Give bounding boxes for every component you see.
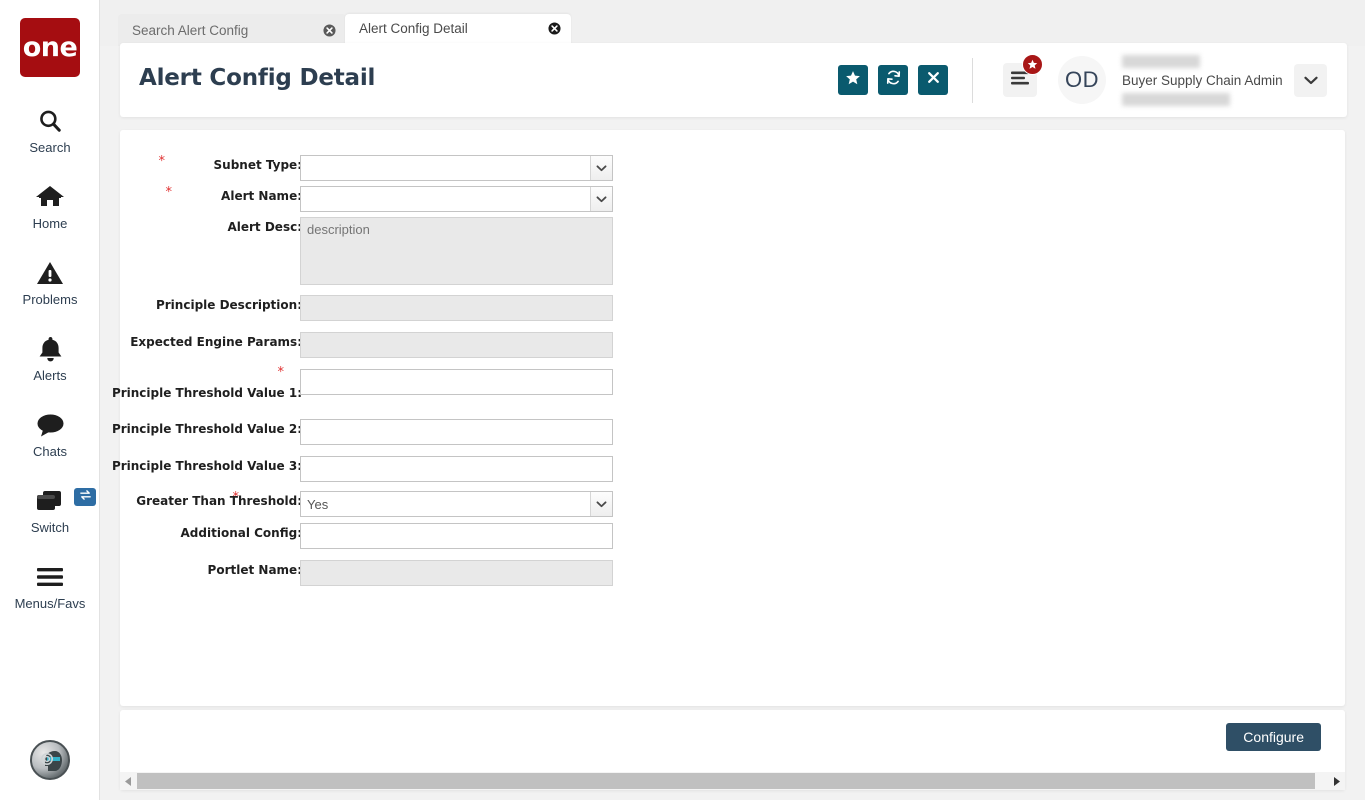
principle-description-input[interactable] [300,295,613,321]
triangle-left-icon[interactable] [120,772,137,790]
home-icon [35,180,65,214]
bell-icon [38,332,63,366]
sidebar-item-label: Search [29,140,71,155]
sidebar-item-home[interactable]: Home [0,180,100,231]
required-asterisk: * [158,154,166,169]
page-footer: Configure [120,710,1345,790]
greater-than-threshold-select[interactable]: YesNo [300,491,613,517]
windows-stack-icon [35,484,65,518]
field-label: Principle Description: [155,298,302,312]
x-icon [926,70,941,90]
field-label: Greater Than Threshold: [136,494,302,508]
horizontal-scrollbar[interactable] [120,772,1345,790]
field-label: Additional Config: [180,526,302,540]
chevron-down-icon [1303,72,1318,90]
avatar-initials: OD [1065,67,1099,92]
required-asterisk: * [165,185,173,200]
sidebar-item-chats[interactable]: Chats [0,408,100,459]
field-label: Subnet Type: [213,158,302,172]
sidebar-item-alerts[interactable]: Alerts [0,332,100,383]
subnet-type-select[interactable] [300,155,613,181]
header-divider [972,58,973,103]
sidebar-item-label: Alerts [33,368,67,383]
sidebar-item-label: Menus/Favs [14,596,86,611]
configure-button[interactable]: Configure [1226,723,1321,751]
sidebar-item-search[interactable]: Search [0,104,100,155]
refresh-icon [885,69,902,91]
triangle-right-icon[interactable] [1328,772,1345,790]
close-button[interactable] [918,65,948,95]
sidebar-item-label: Problems [22,292,78,307]
field-label: Alert Name: [221,189,302,203]
warning-triangle-icon [36,256,64,290]
chat-bubble-icon [36,408,65,442]
additional-config-input[interactable] [300,523,613,549]
alert-name-select[interactable] [300,186,613,212]
required-asterisk: * [277,365,285,380]
scrollbar-track[interactable] [137,772,1328,790]
tab-alert-config-detail[interactable]: Alert Config Detail [345,14,571,46]
field-label: Portlet Name: [207,563,302,577]
principle-threshold-value-2-input[interactable] [300,419,613,445]
sidebar-item-label: Chats [33,444,67,459]
principle-threshold-value-3-input[interactable] [300,456,613,482]
sidebar-item-menus-favs[interactable]: Menus/Favs [0,560,100,611]
close-circle-icon[interactable] [547,22,561,36]
sidebar-item-label: Switch [30,520,70,535]
tab-strip: Search Alert Config Alert Config Detail [100,0,1365,46]
field-label: Principle Threshold Value 1: [111,386,302,400]
sidebar-item-problems[interactable]: Problems [0,256,100,307]
ai-assistant-orb-icon[interactable] [30,740,70,780]
portlet-name-input[interactable] [300,560,613,586]
principle-threshold-value-1-input[interactable] [300,369,613,395]
app-logo-text: one [22,32,78,63]
field-label: Expected Engine Params: [130,335,302,349]
app-logo[interactable]: one [20,18,80,77]
favorite-button[interactable] [838,65,868,95]
field-label: Principle Threshold Value 2: [111,422,302,436]
expected-engine-params-input[interactable] [300,332,613,358]
user-menu-toggle[interactable] [1294,64,1327,97]
hamburger-icon [35,560,65,594]
tab-search-alert-config[interactable]: Search Alert Config [118,14,346,46]
star-badge-icon[interactable] [1022,54,1043,75]
page-title: Alert Config Detail [139,65,376,91]
redacted-user-name [1122,55,1200,68]
tab-label: Alert Config Detail [359,21,468,36]
close-circle-icon[interactable] [322,23,336,37]
user-role-label: Buyer Supply Chain Admin [1122,73,1283,88]
avatar[interactable]: OD [1058,56,1106,104]
field-label: Alert Desc: [227,220,302,234]
user-info-block[interactable]: Buyer Supply Chain Admin [1120,55,1292,106]
field-label: Principle Threshold Value 3: [111,459,302,473]
alert-desc-textarea[interactable] [300,217,613,285]
redacted-org-name [1122,93,1230,106]
swap-arrows-icon [79,488,92,506]
tab-label: Search Alert Config [132,22,249,38]
switch-toggle-badge[interactable] [74,488,96,506]
left-sidebar: one Search Home Problems Alerts Chats Sw… [0,0,100,800]
refresh-button[interactable] [878,65,908,95]
star-icon [845,70,861,91]
search-icon [37,104,63,138]
alert-config-form-panel: * Subnet Type: * Alert Name: Alert Desc:… [112,130,1345,706]
page-header: Alert Config Detail OD Buyer Supply Chai… [120,43,1347,117]
scrollbar-thumb[interactable] [137,773,1315,789]
sidebar-item-label: Home [32,216,68,231]
